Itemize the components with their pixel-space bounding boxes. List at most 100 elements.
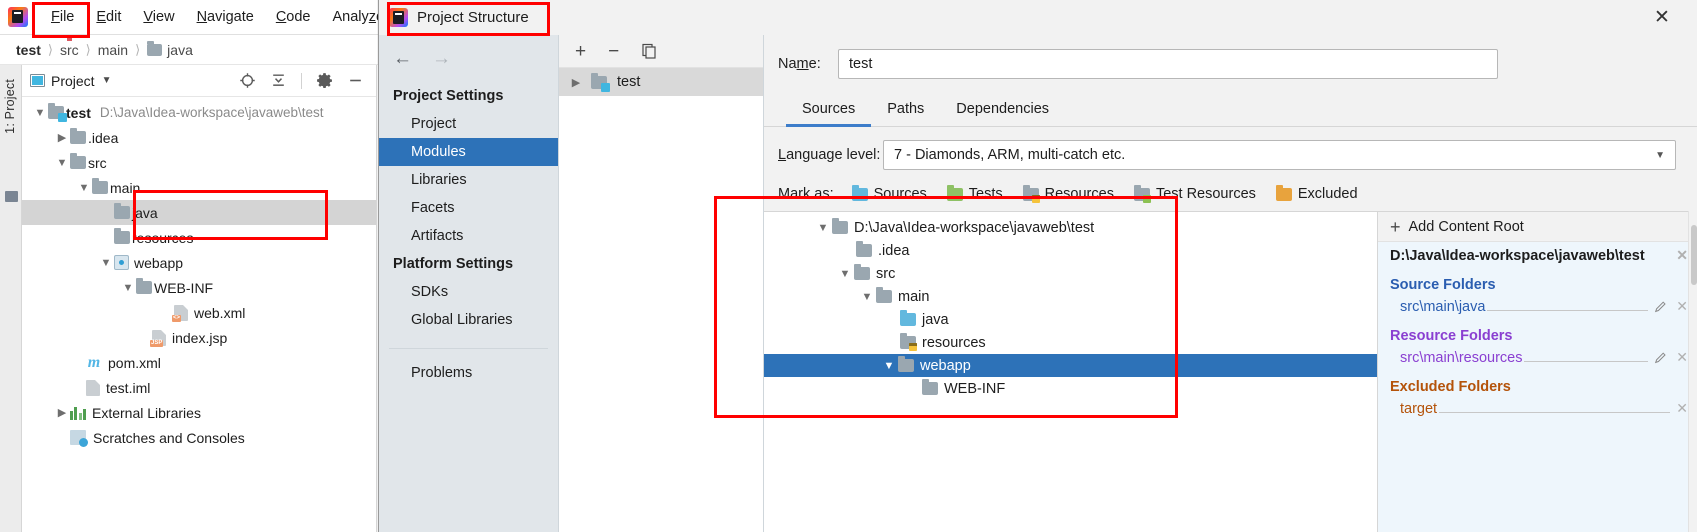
chevron-down-icon[interactable]: ▼ <box>32 107 48 119</box>
chevron-down-icon[interactable]: ▼ <box>120 282 136 294</box>
collapse-all-icon[interactable] <box>270 72 287 89</box>
menu-item-code[interactable]: Code <box>265 6 322 28</box>
tree-node-resources[interactable]: resources <box>22 225 376 250</box>
content-tree-row-main[interactable]: ▼ main <box>764 285 1377 308</box>
content-tree-row-root[interactable]: ▼ D:\Java\Idea-workspace\javaweb\test <box>764 216 1377 239</box>
forward-arrow-icon[interactable]: → <box>432 49 451 68</box>
mark-as-resources[interactable]: Resources <box>1022 184 1114 203</box>
structure-icon[interactable] <box>5 191 18 202</box>
chevron-right-icon[interactable]: ▶ <box>567 76 585 89</box>
hide-minimize-icon[interactable] <box>347 72 364 89</box>
tree-node-webxml[interactable]: <> web.xml <box>22 300 376 325</box>
project-panel-header: Project ▼ <box>22 65 376 97</box>
dialog-scrollbar[interactable] <box>1688 211 1697 532</box>
add-module-button[interactable]: + <box>575 42 586 61</box>
language-level-select[interactable]: 7 - Diamonds, ARM, multi-catch etc. ▼ <box>883 140 1676 170</box>
locate-target-icon[interactable] <box>239 72 256 89</box>
content-tree-row-resources[interactable]: resources <box>764 331 1377 354</box>
resource-folder-row[interactable]: src\main\resources ✕ <box>1378 346 1697 371</box>
tree-node-webinf[interactable]: ▼ WEB-INF <box>22 275 376 300</box>
chevron-down-icon[interactable]: ▼ <box>836 268 854 280</box>
close-icon[interactable]: ✕ <box>1649 5 1675 31</box>
tree-node-src[interactable]: ▼ src <box>22 150 376 175</box>
tree-node-test[interactable]: ▼ test D:\Java\Idea-workspace\javaweb\te… <box>22 100 376 125</box>
breadcrumb-item-src[interactable]: src <box>56 36 83 58</box>
tree-node-indexjsp[interactable]: JSP index.jsp <box>22 325 376 350</box>
edit-pencil-icon[interactable] <box>1654 300 1668 314</box>
mark-as-excluded[interactable]: Excluded <box>1275 184 1358 202</box>
copy-module-icon[interactable] <box>641 43 657 59</box>
sources-panes: ▼ D:\Java\Idea-workspace\javaweb\test .i… <box>764 211 1697 532</box>
tree-node-pomxml[interactable]: m pom.xml <box>22 350 376 375</box>
add-content-root-button[interactable]: + Add Content Root <box>1378 212 1697 242</box>
edit-pencil-icon[interactable] <box>1654 351 1668 365</box>
sidebar-item-sdks[interactable]: SDKs <box>379 278 558 306</box>
chevron-down-icon[interactable]: ▼ <box>858 291 876 303</box>
menu-item-edit[interactable]: Edit <box>85 6 132 28</box>
tree-node-webapp[interactable]: ▼ webapp <box>22 250 376 275</box>
remove-module-button[interactable]: − <box>608 42 619 61</box>
remove-source-folder-icon[interactable]: ✕ <box>1676 298 1688 315</box>
source-folder-row[interactable]: src\main\java ✕ <box>1378 295 1697 320</box>
chevron-down-icon[interactable]: ▼ <box>76 182 92 194</box>
remove-excluded-folder-icon[interactable]: ✕ <box>1676 400 1688 417</box>
mark-as-test-resources[interactable]: Test Resources <box>1133 184 1256 203</box>
tool-window-button-project[interactable]: 1: Project <box>3 79 19 134</box>
project-tree: ▼ test D:\Java\Idea-workspace\javaweb\te… <box>22 97 376 450</box>
sidebar-item-problems[interactable]: Problems <box>379 359 558 387</box>
mark-as-sources[interactable]: Sources <box>851 184 927 202</box>
sidebar-item-modules[interactable]: Modules <box>379 138 558 166</box>
tab-dependencies[interactable]: Dependencies <box>940 97 1065 126</box>
module-list-item-test[interactable]: ▶ test <box>559 68 763 96</box>
content-tree-row-src[interactable]: ▼ src <box>764 262 1377 285</box>
chevron-right-icon[interactable]: ▶ <box>54 131 70 144</box>
module-details-pane: Name: test Sources Paths Dependencies La… <box>764 35 1697 532</box>
back-arrow-icon[interactable]: ← <box>393 49 412 68</box>
modified-dot-icon <box>66 36 72 41</box>
tree-node-testiml[interactable]: test.iml <box>22 375 376 400</box>
chevron-down-icon[interactable]: ▼ <box>54 157 70 169</box>
sidebar-item-project[interactable]: Project <box>379 110 558 138</box>
chevron-down-icon[interactable]: ▼ <box>102 75 112 86</box>
chevron-down-icon[interactable]: ▼ <box>1655 150 1665 161</box>
dialog-title: Project Structure <box>417 9 529 26</box>
menu-item-view[interactable]: View <box>132 6 185 28</box>
sidebar-item-libraries[interactable]: Libraries <box>379 166 558 194</box>
language-level-row: Language level: 7 - Diamonds, ARM, multi… <box>764 127 1697 170</box>
tree-node-external-libraries[interactable]: ▶ External Libraries <box>22 400 376 425</box>
plus-icon: + <box>1390 216 1401 237</box>
content-tree-row-webapp[interactable]: ▼ webapp <box>764 354 1377 377</box>
menu-item-navigate[interactable]: Navigate <box>186 6 265 28</box>
content-tree-row-webinf[interactable]: WEB-INF <box>764 377 1377 400</box>
tree-node-java[interactable]: java <box>22 200 376 225</box>
content-roots-panel: + Add Content Root D:\Java\Idea-workspac… <box>1378 211 1697 532</box>
tool-window-strip: 1: Project <box>0 65 22 532</box>
mark-as-tests[interactable]: Tests <box>946 184 1003 202</box>
menu-item-file[interactable]: File <box>40 6 85 28</box>
tab-paths[interactable]: Paths <box>871 97 940 126</box>
tree-node-scratches[interactable]: Scratches and Consoles <box>22 425 376 450</box>
remove-content-root-icon[interactable]: ✕ <box>1676 247 1688 264</box>
content-tree-row-idea[interactable]: .idea <box>764 239 1377 262</box>
scrollbar-thumb[interactable] <box>1691 225 1697 285</box>
tree-node-main[interactable]: ▼ main <box>22 175 376 200</box>
sidebar-item-artifacts[interactable]: Artifacts <box>379 222 558 250</box>
chevron-down-icon[interactable]: ▼ <box>98 257 114 269</box>
excluded-folder-row[interactable]: target ✕ <box>1378 397 1697 422</box>
content-tree-row-java[interactable]: java <box>764 308 1377 331</box>
module-name-input[interactable]: test <box>838 49 1498 79</box>
sidebar-item-global-libraries[interactable]: Global Libraries <box>379 306 558 334</box>
folder-icon <box>922 379 938 395</box>
gear-icon[interactable] <box>316 72 333 89</box>
row-underline <box>1439 412 1671 413</box>
breadcrumb-item-java[interactable]: java <box>143 41 197 58</box>
chevron-down-icon[interactable]: ▼ <box>814 222 832 234</box>
tree-node-idea[interactable]: ▶ .idea <box>22 125 376 150</box>
sidebar-item-facets[interactable]: Facets <box>379 194 558 222</box>
tab-sources[interactable]: Sources <box>786 97 872 127</box>
breadcrumb-item-main[interactable]: main <box>94 42 132 58</box>
breadcrumb-item-test[interactable]: test <box>12 42 45 58</box>
remove-resource-folder-icon[interactable]: ✕ <box>1676 349 1688 366</box>
chevron-down-icon[interactable]: ▼ <box>880 360 898 372</box>
chevron-right-icon[interactable]: ▶ <box>54 406 70 419</box>
